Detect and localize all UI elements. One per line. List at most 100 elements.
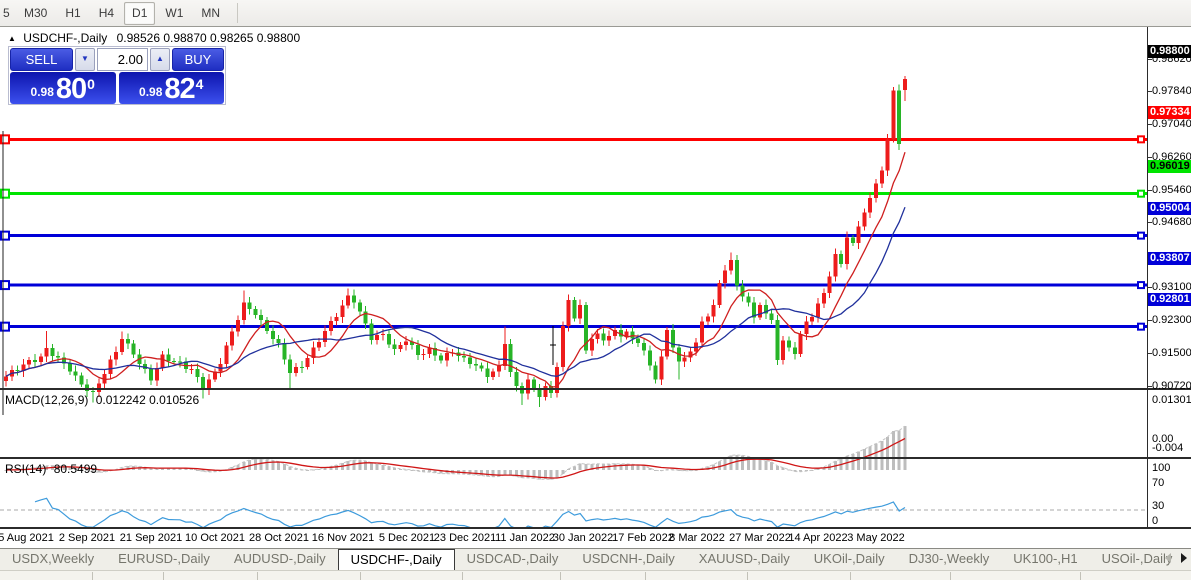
hline-left-handle[interactable] bbox=[1, 232, 9, 240]
candle-body bbox=[891, 90, 895, 139]
macd-bar bbox=[643, 466, 646, 470]
candle-body bbox=[572, 300, 576, 318]
price-axis-tick bbox=[1148, 222, 1152, 223]
candle-body bbox=[271, 331, 275, 339]
price-axis-tick bbox=[1148, 59, 1152, 60]
hline-right-handle[interactable] bbox=[1138, 136, 1144, 142]
candle-body bbox=[114, 352, 118, 360]
candle-body bbox=[886, 140, 890, 171]
date-label: 15 Aug 2021 bbox=[0, 532, 54, 544]
candle-body bbox=[422, 354, 426, 355]
chart-tab-eurusddaily[interactable]: EURUSD-,Daily bbox=[106, 549, 222, 570]
macd-bar bbox=[585, 464, 588, 470]
volume-decrease-button[interactable]: ▼ bbox=[75, 48, 95, 71]
timeframe-button-m30[interactable]: M30 bbox=[16, 2, 55, 25]
macd-bar bbox=[759, 459, 762, 470]
candle-body bbox=[474, 364, 478, 366]
candle-body bbox=[288, 360, 292, 373]
macd-bar bbox=[782, 468, 785, 470]
rsi-axis-label: 100 bbox=[1152, 462, 1190, 474]
timeframe-button-w1[interactable]: W1 bbox=[157, 2, 191, 25]
sell-price-panel[interactable]: 0.98 80 0 bbox=[10, 72, 116, 104]
macd-bar bbox=[637, 465, 640, 470]
chart-title: ▲ USDCHF-,Daily 0.98526 0.98870 0.98265 … bbox=[8, 31, 300, 45]
volume-increase-button[interactable]: ▲ bbox=[150, 48, 170, 71]
macd-bar bbox=[776, 466, 779, 470]
candle-body bbox=[491, 371, 495, 377]
hline-right-handle[interactable] bbox=[1138, 324, 1144, 330]
macd-panel-chart[interactable] bbox=[0, 418, 1148, 484]
chart-tab-usdcaddaily[interactable]: USDCAD-,Daily bbox=[455, 549, 571, 570]
hline-right-handle[interactable] bbox=[1138, 282, 1144, 288]
candle-body bbox=[50, 348, 54, 356]
candle-body bbox=[224, 345, 228, 363]
chart-tab-uk100h1[interactable]: UK100-,H1 bbox=[1001, 549, 1089, 570]
macd-axis-label: -0.004 bbox=[1152, 442, 1190, 454]
candle-body bbox=[253, 309, 257, 315]
date-label: 16 Nov 2021 bbox=[312, 532, 374, 544]
tab-scroll-right-icon[interactable] bbox=[1181, 553, 1187, 563]
timeframe-button-mn[interactable]: MN bbox=[193, 2, 228, 25]
candle-body bbox=[120, 339, 124, 352]
collapse-triangle-icon[interactable]: ▲ bbox=[8, 34, 16, 43]
chart-symbol-period: USDCHF-,Daily bbox=[23, 31, 107, 45]
rsi-axis-label: 0 bbox=[1152, 515, 1190, 527]
timeframe-button-d1[interactable]: D1 bbox=[124, 2, 155, 25]
rsi-axis-label: 70 bbox=[1152, 477, 1190, 489]
date-label: 21 Sep 2021 bbox=[120, 532, 182, 544]
candle-body bbox=[68, 364, 72, 372]
candle-body bbox=[851, 237, 855, 243]
date-label: 30 Jan 2022 bbox=[553, 532, 614, 544]
candle-body bbox=[468, 357, 472, 364]
tab-scroll-left-icon[interactable] bbox=[1165, 553, 1171, 563]
hline-right-handle[interactable] bbox=[1138, 233, 1144, 239]
buy-price-panel[interactable]: 0.98 82 4 bbox=[119, 72, 225, 104]
hline-left-handle[interactable] bbox=[1, 323, 9, 331]
chart-tabbar: USDX,WeeklyEURUSD-,DailyAUDUSD-,DailyUSD… bbox=[0, 548, 1191, 570]
macd-axis-label: 0.013015 bbox=[1152, 394, 1190, 406]
macd-bar bbox=[880, 441, 883, 470]
chart-tab-ukoildaily[interactable]: UKOil-,Daily bbox=[802, 549, 897, 570]
hline-left-handle[interactable] bbox=[1, 135, 9, 143]
candle-body bbox=[654, 366, 658, 380]
candle-body bbox=[712, 305, 716, 316]
candle-body bbox=[381, 334, 385, 335]
candle-body bbox=[56, 356, 60, 357]
chart-tab-usdxweekly[interactable]: USDX,Weekly bbox=[0, 549, 106, 570]
candle-body bbox=[816, 304, 820, 317]
chart-area[interactable]: ▲ USDCHF-,Daily 0.98526 0.98870 0.98265 … bbox=[0, 27, 1191, 579]
candle-body bbox=[155, 368, 159, 381]
candle-body bbox=[741, 285, 745, 296]
hline-left-handle[interactable] bbox=[1, 190, 9, 198]
candle-wick bbox=[522, 382, 523, 405]
candle-body bbox=[659, 356, 663, 379]
main-price-chart[interactable] bbox=[0, 55, 1148, 415]
candle-wick bbox=[46, 331, 47, 362]
hline-left-handle[interactable] bbox=[1, 281, 9, 289]
chart-tab-usdchfdaily[interactable]: USDCHF-,Daily bbox=[338, 549, 455, 570]
chart-tab-usdcnhdaily[interactable]: USDCNH-,Daily bbox=[570, 549, 686, 570]
candle-body bbox=[822, 293, 826, 304]
sell-button[interactable]: SELL bbox=[10, 48, 73, 71]
buy-price-sup: 4 bbox=[196, 76, 204, 92]
sell-price-sup: 0 bbox=[87, 76, 95, 92]
candle-body bbox=[79, 375, 83, 384]
timeframe-button-5[interactable]: 5 bbox=[1, 2, 14, 25]
timeframe-button-h4[interactable]: H4 bbox=[91, 2, 122, 25]
chart-tab-xauusddaily[interactable]: XAUUSD-,Daily bbox=[687, 549, 802, 570]
candle-body bbox=[636, 338, 640, 343]
candle-body bbox=[642, 343, 646, 350]
timeframe-button-h1[interactable]: H1 bbox=[57, 2, 88, 25]
hline-right-handle[interactable] bbox=[1138, 191, 1144, 197]
chart-tab-audusddaily[interactable]: AUDUSD-,Daily bbox=[222, 549, 338, 570]
buy-button[interactable]: BUY bbox=[172, 48, 224, 71]
price-badge-0.97334: 0.97334 bbox=[1148, 106, 1191, 119]
candle-body bbox=[700, 322, 704, 343]
candle-body bbox=[166, 354, 170, 360]
candle-body bbox=[340, 306, 344, 318]
moving-average-8 bbox=[6, 152, 905, 387]
volume-input[interactable]: 2.00 bbox=[97, 48, 148, 71]
macd-bar bbox=[892, 431, 895, 470]
chart-tab-dj30weekly[interactable]: DJ30-,Weekly bbox=[897, 549, 1002, 570]
candle-body bbox=[514, 372, 518, 386]
